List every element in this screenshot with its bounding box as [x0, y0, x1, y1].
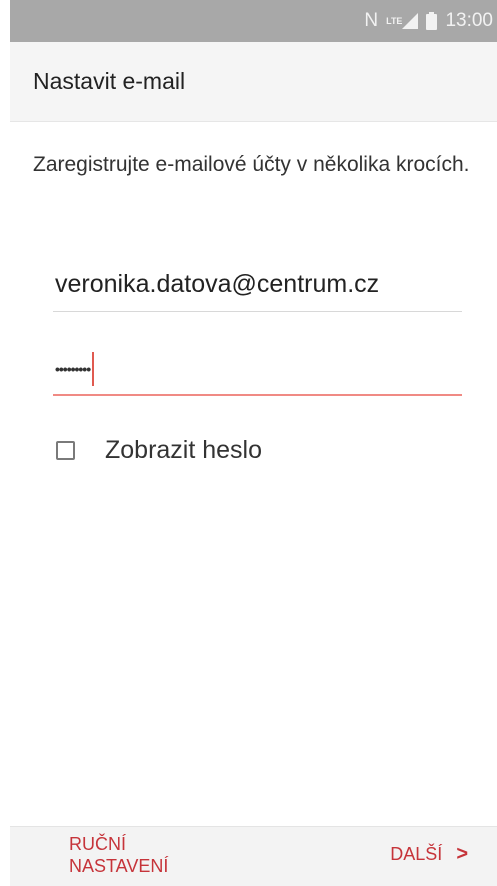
manual-setup-button[interactable]: RUČNÍ NASTAVENÍ [69, 833, 229, 877]
status-bar: N LTE 13:00 [10, 0, 497, 42]
chevron-right-icon: > [456, 843, 468, 865]
screen: N LTE 13:00 Nastavit e-mail Zaregistrujt… [0, 0, 497, 886]
email-value: veronika.datova@centrum.cz [55, 270, 380, 298]
status-time: 13:00 [445, 10, 493, 31]
email-field[interactable]: veronika.datova@centrum.cz [53, 262, 462, 312]
show-password-checkbox[interactable] [56, 440, 75, 460]
battery-icon [426, 12, 438, 30]
bottom-action-bar: RUČNÍ NASTAVENÍ DALŠÍ > [10, 826, 497, 886]
signal-icon [402, 13, 419, 29]
setup-description: Zaregistrujte e-mailové účty v několika … [33, 153, 470, 176]
action-bar: Nastavit e-mail [10, 42, 497, 122]
nfc-icon: N [364, 10, 379, 31]
network-type: LTE [386, 15, 403, 26]
password-field[interactable]: ••••••••• [53, 344, 462, 396]
next-label: DALŠÍ [390, 844, 443, 864]
page-title: Nastavit e-mail [33, 68, 186, 94]
next-button[interactable]: DALŠÍ > [390, 843, 468, 866]
password-mask: ••••••••• [55, 361, 91, 377]
show-password-label: Zobrazit heslo [105, 435, 263, 464]
lte-signal-icon: LTE [386, 13, 419, 29]
show-password-toggle[interactable]: Zobrazit heslo [56, 430, 262, 470]
text-cursor [92, 352, 95, 386]
